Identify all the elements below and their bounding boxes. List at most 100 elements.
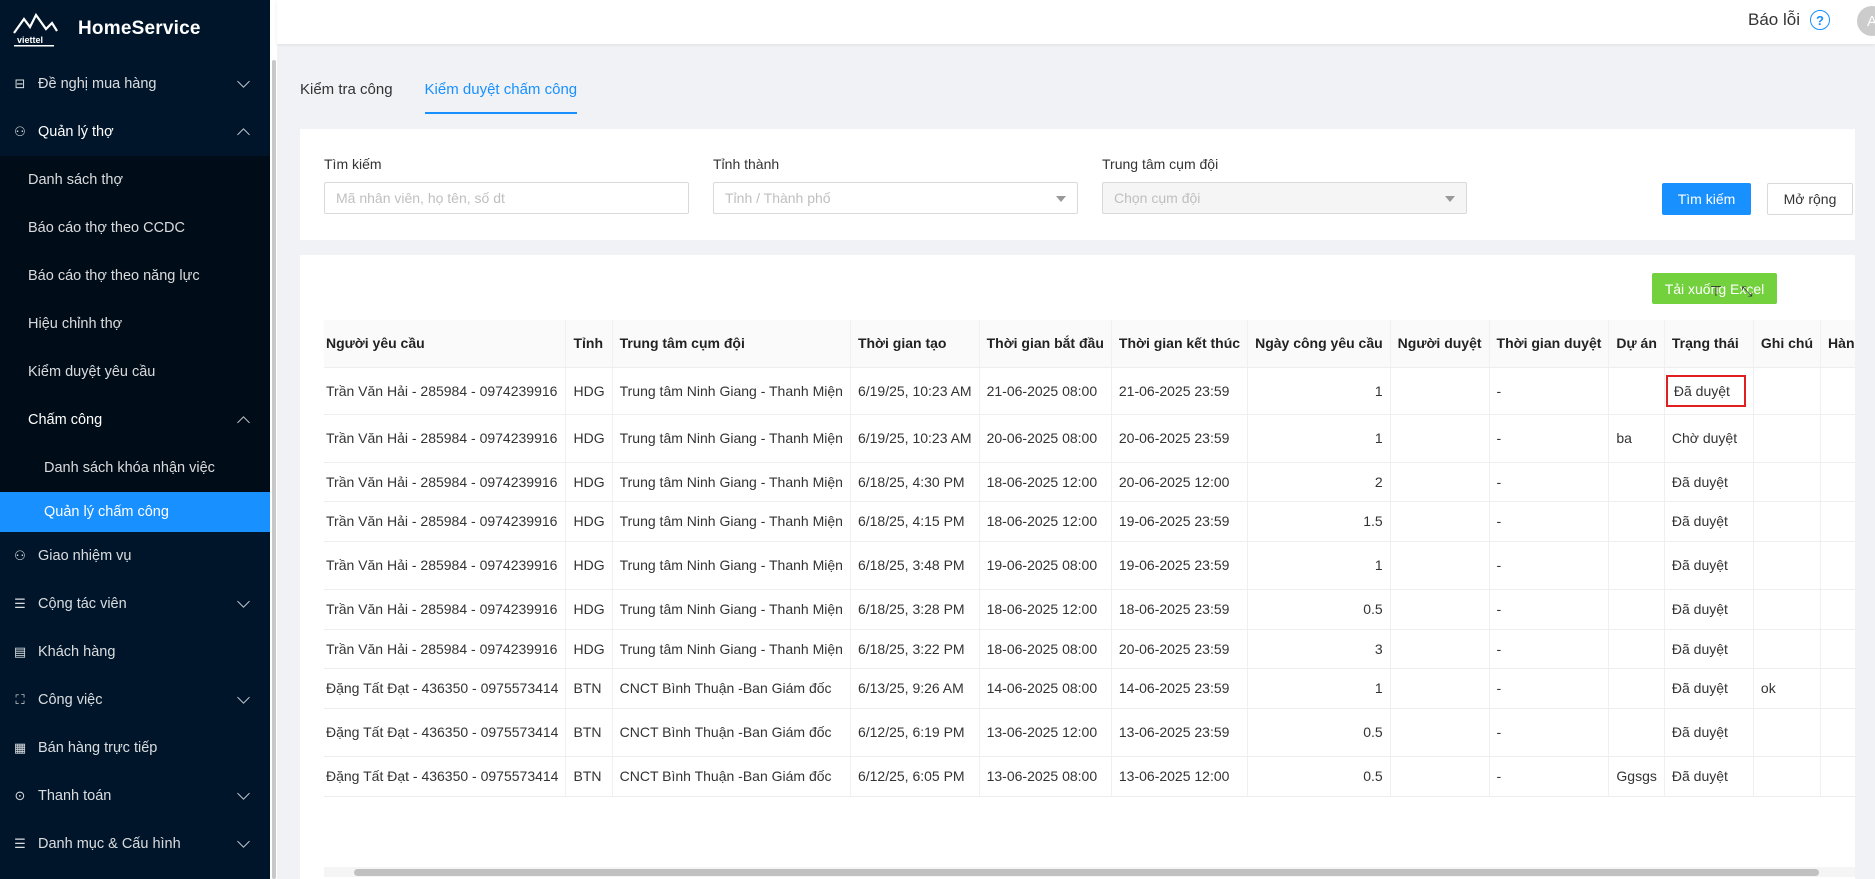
province-label: Tỉnh thành <box>713 156 780 172</box>
caret-down-icon <box>1056 196 1066 202</box>
tab-attendance-check[interactable]: Kiểm tra công <box>300 68 393 114</box>
sidebar-item-request-review[interactable]: Kiểm duyệt yêu cầu <box>0 348 270 396</box>
sidebar-item-label: Danh sách thợ <box>28 172 123 188</box>
column-height-icon[interactable]: ⊤ <box>1709 284 1723 298</box>
search-input[interactable]: Mã nhân viên, họ tên, số dt <box>324 182 689 214</box>
sidebar-item-worker-ccdc-report[interactable]: Báo cáo thợ theo CCDC <box>0 204 270 252</box>
column-header: Thời gian tạo <box>850 320 980 368</box>
sidebar-item-label: Thanh toán <box>38 788 112 804</box>
horizontal-scrollbar-thumb[interactable] <box>354 869 1819 876</box>
sidebar-item-worker-management[interactable]: ⚇ Quản lý thợ <box>0 108 270 156</box>
cell-note <box>1753 708 1822 757</box>
help-icon[interactable]: ? <box>1810 10 1830 30</box>
table-row[interactable]: Trần Văn Hải - 285984 - 0974239916 HDG Tru… <box>324 501 1855 542</box>
cell-requester: Trần Văn Hải - 285984 - 0974239916 <box>324 414 567 463</box>
cell-end: 20-06-2025 23:59 <box>1111 629 1249 669</box>
center-label: Trung tâm cụm đội <box>1102 156 1219 172</box>
search-button[interactable]: Tìm kiếm <box>1662 183 1751 215</box>
sidebar-item-worker-list[interactable]: Danh sách thợ <box>0 156 270 204</box>
table-scroll-area[interactable]: Người yêu cầu Tỉnh Trung tâm cụm đội Thời g… <box>324 320 1855 869</box>
cell-project <box>1608 367 1665 415</box>
cell-approver <box>1390 756 1490 797</box>
center-select[interactable]: Chọn cụm đội <box>1102 182 1467 214</box>
table-body: Trần Văn Hải - 285984 - 0974239916 HDG Tru… <box>324 367 1855 797</box>
sidebar-item-label: Kiểm duyệt yêu cầu <box>28 364 156 380</box>
sidebar-item-attendance-management[interactable]: Quản lý chấm công <box>0 492 270 532</box>
table-row[interactable]: Trần Văn Hải - 285984 - 0974239916 HDG Tru… <box>324 589 1855 630</box>
chevron-down-icon <box>237 787 250 800</box>
sidebar-item-label: Danh sách khóa nhận việc <box>44 460 215 476</box>
sidebar-item-purchase[interactable]: ⊟ Đề nghị mua hàng <box>0 60 270 108</box>
sidebar-item-worker-edit[interactable]: Hiệu chỉnh thợ <box>0 300 270 348</box>
cell-action <box>1820 629 1855 669</box>
sidebar-item-customers[interactable]: ▤ Khách hàng <box>0 628 270 676</box>
table-row[interactable]: Trần Văn Hải - 285984 - 0974239916 HDG Tru… <box>324 541 1855 590</box>
table-row[interactable]: Trần Văn Hải - 285984 - 0974239916 HDG Tru… <box>324 414 1855 463</box>
cell-center: Trung tâm Ninh Giang - Thanh Miện <box>612 501 851 542</box>
table-row[interactable]: Đặng Tất Đạt - 436350 - 0975573414 BTN CNC… <box>324 756 1855 797</box>
cell-start: 13-06-2025 08:00 <box>979 756 1112 797</box>
cell-center: CNCT Bình Thuận -Ban Giám đốc <box>612 756 851 797</box>
cell-approved-at: - <box>1489 708 1610 757</box>
cell-requester: Trần Văn Hải - 285984 - 0974239916 <box>324 462 567 502</box>
table-row[interactable]: Trần Văn Hải - 285984 - 0974239916 HDG Tru… <box>324 629 1855 669</box>
cell-province: HDG <box>565 629 613 669</box>
report-bug-link[interactable]: Báo lỗi ? <box>1748 10 1830 30</box>
search-filter: Tìm kiếm Mã nhân viên, họ tên, số dt <box>324 156 689 214</box>
sidebar-item-attendance[interactable]: Chấm công <box>0 396 270 444</box>
cell-project <box>1608 501 1665 542</box>
cell-project <box>1608 541 1665 590</box>
tab-attendance-approval[interactable]: Kiểm duyệt chấm công <box>424 68 577 114</box>
horizontal-scrollbar[interactable] <box>324 867 1855 877</box>
filter-panel: Tìm kiếm Mã nhân viên, họ tên, số dt Tỉn… <box>300 129 1855 240</box>
sidebar-scrollbar-thumb[interactable] <box>272 60 276 879</box>
sidebar-item-assign-task[interactable]: ⚇ Giao nhiệm vụ <box>0 532 270 580</box>
sidebar-item-work[interactable]: ⛶ Công việc <box>0 676 270 724</box>
cell-approved-at: - <box>1489 367 1610 415</box>
cell-province: BTN <box>565 708 613 757</box>
cell-center: Trung tâm Ninh Giang - Thanh Miện <box>612 414 851 463</box>
table-row[interactable]: Đặng Tất Đạt - 436350 - 0975573414 BTN CNC… <box>324 668 1855 709</box>
column-header: Tỉnh <box>565 320 613 368</box>
column-header: Hành động <box>1820 320 1855 368</box>
avatar[interactable]: A <box>1857 6 1875 36</box>
cell-start: 21-06-2025 08:00 <box>979 367 1112 415</box>
cell-action <box>1820 708 1855 757</box>
cell-province: HDG <box>565 501 613 542</box>
cell-province: HDG <box>565 541 613 590</box>
sidebar-item-job-lock-list[interactable]: Danh sách khóa nhận việc <box>0 444 270 492</box>
cell-action: × <box>1820 414 1855 463</box>
table-row[interactable]: Trần Văn Hải - 285984 - 0974239916 HDG Tru… <box>324 462 1855 502</box>
table-row[interactable]: Trần Văn Hải - 285984 - 0974239916 HDG Tru… <box>324 367 1855 415</box>
app-root: viettel HomeService ⊟ Đề nghị mua hàng ⚇… <box>0 0 1875 879</box>
cell-days: 1 <box>1247 414 1391 463</box>
cell-approved-at: - <box>1489 462 1610 502</box>
sidebar-item-label: Đề nghị mua hàng <box>38 76 157 92</box>
cell-note <box>1753 367 1822 415</box>
sidebar-item-config[interactable]: ☰ Danh mục & Cấu hình <box>0 820 270 868</box>
sidebar-item-worker-skill-report[interactable]: Báo cáo thợ theo năng lực <box>0 252 270 300</box>
fullscreen-icon[interactable]: ⤡ <box>1740 284 1754 298</box>
logo[interactable]: viettel HomeService <box>0 0 270 58</box>
worker-submenu: Danh sách thợ Báo cáo thợ theo CCDC Báo … <box>0 156 270 532</box>
expand-button[interactable]: Mở rộng <box>1767 183 1853 215</box>
cell-province: HDG <box>565 462 613 502</box>
search-placeholder: Mã nhân viên, họ tên, số dt <box>336 190 505 206</box>
cell-approved-at: - <box>1489 541 1610 590</box>
delete-icon[interactable]: × <box>1828 428 1855 448</box>
cell-end: 13-06-2025 12:00 <box>1111 756 1249 797</box>
cell-created: 6/12/25, 6:05 PM <box>850 756 980 797</box>
cell-approved-at: - <box>1489 589 1610 630</box>
sidebar-item-direct-sales[interactable]: ▦ Bán hàng trực tiếp <box>0 724 270 772</box>
cell-end: 20-06-2025 12:00 <box>1111 462 1249 502</box>
column-header: Thời gian bắt đầu <box>979 320 1112 368</box>
province-select[interactable]: Tỉnh / Thành phố <box>713 182 1078 214</box>
sidebar-item-payment[interactable]: ⊙ Thanh toán <box>0 772 270 820</box>
province-filter: Tỉnh thành Tỉnh / Thành phố <box>713 156 1078 214</box>
cell-status: Đã duyệt <box>1664 708 1754 757</box>
table-row[interactable]: Đặng Tất Đạt - 436350 - 0975573414 BTN CNC… <box>324 708 1855 757</box>
cell-province: BTN <box>565 756 613 797</box>
column-header: Dự án <box>1608 320 1665 368</box>
sidebar-item-collaborators[interactable]: ☰ Cộng tác viên <box>0 580 270 628</box>
cell-note <box>1753 756 1822 797</box>
